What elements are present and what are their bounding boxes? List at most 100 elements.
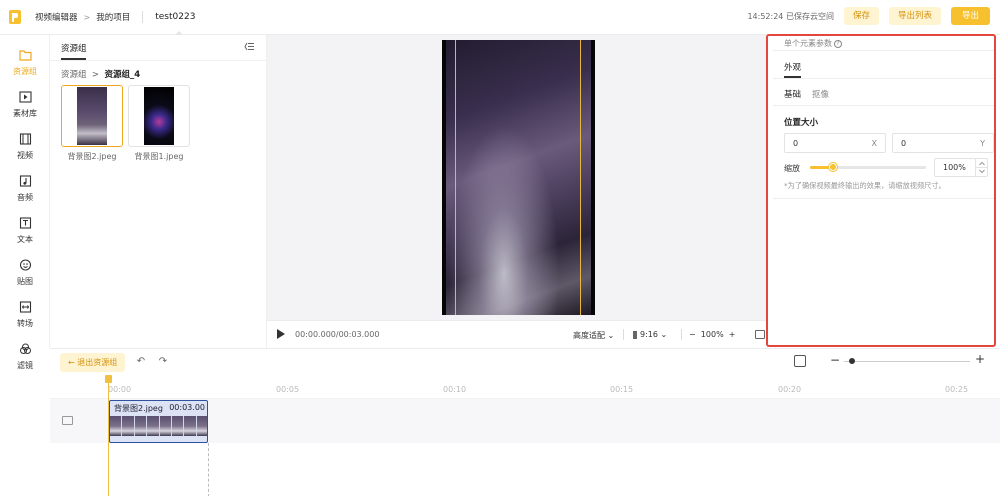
nav-item-sticker[interactable]: 贴图: [0, 251, 50, 289]
image-icon[interactable]: [755, 330, 765, 339]
app-logo[interactable]: [9, 10, 21, 24]
ruler-tick: 00:00: [108, 385, 132, 394]
resource-panel-title[interactable]: 资源组: [61, 42, 87, 54]
folder-icon: [18, 50, 32, 61]
playhead-handle[interactable]: [105, 375, 112, 383]
clip-thumbnails: [110, 416, 207, 436]
ruler-tick: 00:20: [778, 385, 802, 394]
timeline-zoom-handle[interactable]: [849, 358, 855, 364]
sticker-icon: [19, 259, 31, 271]
media-library-icon: [18, 91, 32, 103]
zoom-value: 100%: [700, 330, 724, 339]
video-frame: [446, 40, 591, 315]
exit-group-label: 退出资源组: [77, 358, 118, 367]
arrow-left-icon: ←: [68, 358, 75, 367]
breadcrumb-app[interactable]: 视频编辑器: [35, 11, 78, 23]
clip-frame: [196, 416, 207, 436]
clip-frame: [122, 416, 135, 436]
clip-frame: [147, 416, 160, 436]
safe-area-guide-right: [580, 40, 581, 315]
fit-mode-select[interactable]: 高度适配 ⌄: [573, 330, 614, 341]
video-track-icon: [62, 416, 73, 425]
aspect-ratio-select[interactable]: 9:16 ⌄: [633, 330, 667, 339]
breadcrumb-root[interactable]: 资源组: [61, 70, 87, 80]
nav-item-text[interactable]: 文本: [0, 209, 50, 247]
exit-group-button[interactable]: ← 退出资源组: [60, 353, 126, 372]
clip-frame: [110, 416, 123, 436]
nav-item-transition[interactable]: 转场: [0, 293, 50, 331]
asset-thumbnail[interactable]: [128, 85, 190, 147]
tab-underline: [61, 58, 86, 60]
aspect-ratio-value: 9:16: [640, 330, 658, 339]
resource-panel-header: 资源组: [50, 35, 267, 61]
asset-item[interactable]: 背景图2.jpeg: [61, 85, 123, 162]
nav-label: 贴图: [17, 277, 33, 286]
logo-icon: [9, 10, 21, 24]
redo-icon[interactable]: ↷: [157, 356, 169, 368]
nav-item-resource-group[interactable]: 资源组: [0, 41, 50, 79]
breadcrumb-project[interactable]: 我的项目: [96, 11, 130, 23]
collapse-panel-icon[interactable]: [244, 42, 254, 51]
breadcrumb-current: 资源组_4: [104, 70, 141, 80]
nav-item-material[interactable]: 素材库: [0, 83, 50, 121]
nav-item-video[interactable]: 视频: [0, 125, 50, 163]
chevron-right-icon: >: [83, 12, 91, 22]
filter-icon: [19, 343, 31, 354]
track-end-line: [208, 443, 209, 496]
text-icon: [19, 217, 31, 229]
ruler-tick: 00:10: [443, 385, 467, 394]
top-actions: 14:52:24 已保存云空间 保存 导出列表 导出: [747, 7, 990, 25]
timeline-toolbar: ← 退出资源组 ↶ ↷ − +: [50, 349, 1000, 377]
asset-image: [77, 87, 107, 145]
timeline-zoom-slider[interactable]: [844, 361, 970, 362]
clip-frame: [134, 416, 148, 436]
music-icon: [19, 175, 31, 187]
nav-item-filter[interactable]: 滤镜: [0, 335, 50, 370]
fit-mode-value: 高度适配: [573, 331, 605, 340]
nav-label: 滤镜: [17, 361, 33, 370]
resource-breadcrumb: 资源组 > 资源组_4: [61, 68, 140, 80]
export-list-button[interactable]: 导出列表: [888, 7, 941, 25]
transition-icon: [19, 301, 31, 313]
clip-frame: [159, 416, 172, 436]
nav-item-audio[interactable]: 音频: [0, 167, 50, 205]
timeline: ← 退出资源组 ↶ ↷ − + 00:00 00:05 00:10 00:15 …: [50, 348, 1000, 496]
undo-icon[interactable]: ↶: [135, 356, 147, 368]
film-icon: [19, 133, 31, 145]
clip-name: 背景图2.jpeg: [114, 404, 163, 413]
preview-canvas: [267, 35, 767, 320]
video-preview[interactable]: [442, 40, 595, 315]
asset-name: 背景图2.jpeg: [67, 152, 117, 161]
phone-icon: [633, 330, 637, 339]
clip-frame: [184, 416, 197, 436]
playhead[interactable]: [108, 377, 109, 496]
chevron-down-icon: ⌄: [607, 331, 615, 340]
asset-item[interactable]: 背景图1.jpeg: [128, 85, 190, 162]
ruler-tick: 00:05: [276, 385, 300, 394]
save-button[interactable]: 保存: [843, 7, 879, 25]
zoom-control: − 100% +: [689, 330, 735, 339]
clip-duration: 00:03.00: [169, 403, 205, 412]
highlight-box: [766, 34, 996, 347]
snap-icon[interactable]: [794, 355, 806, 367]
asset-image: [144, 87, 174, 145]
project-title[interactable]: test0223: [155, 12, 195, 22]
zoom-out-icon[interactable]: −: [830, 353, 840, 367]
asset-thumbnail[interactable]: [61, 85, 123, 147]
divider: [681, 329, 682, 340]
left-nav: 资源组 素材库 视频 音频 文本 贴图 转场 滤镜: [0, 35, 50, 370]
play-icon[interactable]: [277, 329, 285, 339]
zoom-in-icon[interactable]: +: [729, 330, 736, 339]
timeline-clip[interactable]: 背景图2.jpeg 00:03.00: [109, 400, 208, 443]
time-ruler[interactable]: 00:00 00:05 00:10 00:15 00:20 00:25: [50, 377, 1000, 399]
nav-label: 音频: [17, 193, 33, 202]
zoom-in-icon[interactable]: +: [975, 352, 985, 366]
nav-label: 转场: [17, 319, 33, 328]
export-button[interactable]: 导出: [950, 7, 990, 25]
safe-area-guide-left: [455, 40, 456, 315]
chevron-down-icon: ⌄: [660, 330, 668, 339]
save-status: 14:52:24 已保存云空间: [747, 11, 834, 21]
nav-label: 文本: [17, 235, 33, 244]
zoom-out-icon[interactable]: −: [689, 330, 696, 339]
timecode: 00:00.000/00:03.000: [295, 330, 380, 339]
